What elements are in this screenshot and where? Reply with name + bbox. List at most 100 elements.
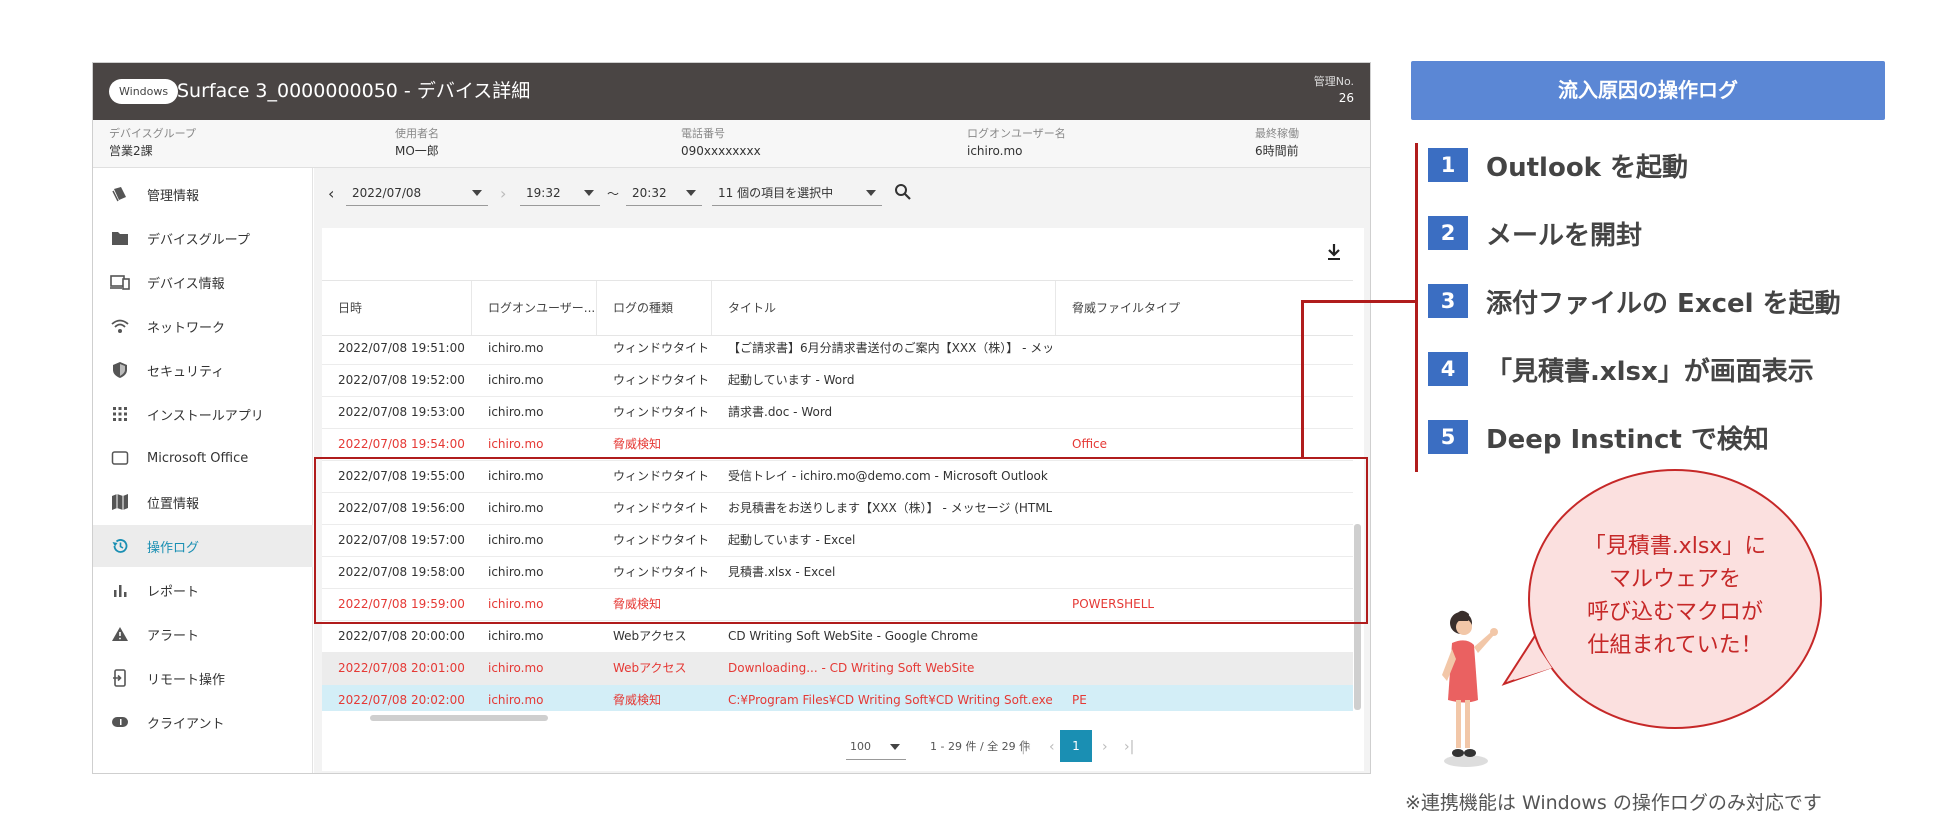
- time-to-value: 20:32: [632, 185, 667, 200]
- step-text: 「見積書.xlsx」が画面表示: [1486, 356, 1814, 387]
- connector-line-vertical: [1301, 301, 1304, 457]
- prev-page-button[interactable]: ‹: [1049, 734, 1055, 760]
- management-number-value: 26: [1338, 91, 1354, 105]
- sidebar-item-management-info[interactable]: 管理情報: [93, 173, 313, 215]
- management-number: 管理No. 26: [1314, 73, 1354, 107]
- sidebar-item-label: アラート: [147, 628, 200, 644]
- cell-datetime: 2022/07/08 19:52:00: [338, 373, 465, 387]
- date-select[interactable]: 2022/07/08: [346, 180, 488, 206]
- sidebar-item-label: 位置情報: [147, 496, 200, 512]
- selection-summary: 11 個の項目を選択中: [718, 186, 834, 200]
- info-value: ichiro.mo: [967, 144, 1023, 158]
- connector-line-horizontal: [1301, 300, 1417, 303]
- column-header-threat-file-type[interactable]: 脅威ファイルタイプ: [1056, 281, 1353, 335]
- cell-title: 【ご請求書】6月分請求書送付のご案内【XXX（株）】 - メッセージ (...: [728, 341, 1052, 355]
- title-bar: Windows Surface 3_0000000050 - デバイス詳細 管理…: [93, 63, 1370, 120]
- page-size-select[interactable]: 100: [846, 734, 906, 760]
- step-text: 添付ファイルの Excel を起動: [1486, 288, 1841, 319]
- first-page-button[interactable]: |‹: [1021, 734, 1031, 760]
- sidebar-item-label: リモート操作: [147, 672, 226, 688]
- cell-log-type: ウィンドウタイトル: [613, 373, 708, 387]
- sidebar-item-alert[interactable]: アラート: [93, 613, 313, 655]
- column-header-logon-user[interactable]: ログオンユーザー...: [472, 281, 597, 335]
- next-day-button[interactable]: ›: [500, 180, 506, 206]
- column-header-log-type[interactable]: ログの種類: [597, 281, 712, 335]
- speech-bubble-text: 「見積書.xlsx」に マルウェアを 呼び込むマクロが 仕組まれていた！: [1528, 530, 1822, 662]
- table-row[interactable]: 2022/07/08 20:01:00 ichiro.mo Webアクセス Downl…: [322, 653, 1353, 685]
- cell-title: [728, 429, 1052, 460]
- bubble-line: マルウェアを: [1608, 567, 1741, 592]
- cell-datetime: 2022/07/08 20:02:00: [338, 693, 465, 707]
- woman-illustration: [1442, 610, 1498, 767]
- table-header: 日時 ログオンユーザー... ログの種類 タイトル 脅威ファイルタイプ: [322, 280, 1353, 336]
- table-row[interactable]: 2022/07/08 19:53:00 ichiro.mo ウィンドウタイトル 請求書…: [322, 397, 1353, 429]
- download-button[interactable]: [1326, 243, 1342, 265]
- sidebar-item-security[interactable]: セキュリティ: [93, 349, 313, 391]
- time-to-select[interactable]: 20:32: [626, 180, 702, 206]
- info-user-name: 使用者名 MO一郎: [395, 126, 439, 160]
- step-text: Deep Instinct で検知: [1486, 424, 1769, 455]
- cell-log-type: Webアクセス: [613, 661, 687, 675]
- sidebar-item-network[interactable]: ネットワーク: [93, 305, 313, 347]
- step-2: 2 メールを開封: [1428, 213, 1642, 253]
- info-value: MO一郎: [395, 144, 439, 158]
- table-row[interactable]: 2022/07/08 20:02:00 ichiro.mo 脅威検知 C:¥Progr…: [322, 685, 1353, 711]
- cell-log-type: ウィンドウタイトル: [613, 405, 708, 419]
- table-row[interactable]: 2022/07/08 19:52:00 ichiro.mo ウィンドウタイトル 起動し…: [322, 365, 1353, 397]
- last-page-button[interactable]: ›|: [1124, 734, 1134, 760]
- sidebar-item-device-info[interactable]: デバイス情報: [93, 261, 313, 303]
- search-button[interactable]: [894, 180, 912, 206]
- sidebar-item-client[interactable]: クライアント: [93, 701, 313, 743]
- sidebar-item-remote-operation[interactable]: リモート操作: [93, 657, 313, 699]
- chevron-down-icon: [686, 189, 696, 196]
- cell-title: C:¥Program Files¥CD Writing Soft¥CD Writ…: [728, 693, 1052, 707]
- page-size-value: 100: [850, 740, 871, 753]
- step-5: 5 Deep Instinct で検知: [1428, 417, 1769, 457]
- current-page-button[interactable]: 1: [1060, 730, 1092, 762]
- table-row[interactable]: 2022/07/08 19:51:00 ichiro.mo ウィンドウタイトル 【ご請…: [322, 336, 1353, 365]
- info-device-group: デバイスグループ 営業2課: [109, 126, 196, 160]
- remote-phone-icon: [109, 667, 131, 689]
- sidebar-item-label: ネットワーク: [147, 320, 226, 336]
- info-phone: 電話番号 090xxxxxxxx: [681, 126, 761, 160]
- cell-logon-user: ichiro.mo: [488, 437, 544, 451]
- sidebar-item-label: Microsoft Office: [147, 450, 249, 466]
- sidebar-item-operation-log[interactable]: 操作ログ: [93, 525, 313, 567]
- column-header-title[interactable]: タイトル: [712, 281, 1056, 335]
- time-from-select[interactable]: 19:32: [520, 180, 600, 206]
- sidebar-item-location[interactable]: 位置情報: [93, 481, 313, 523]
- wifi-icon: [109, 315, 131, 337]
- prev-day-button[interactable]: ‹: [328, 180, 334, 206]
- log-type-multiselect[interactable]: 11 個の項目を選択中: [712, 180, 882, 206]
- next-page-button[interactable]: ›: [1102, 734, 1108, 760]
- info-value: 営業2課: [109, 144, 153, 158]
- cell-datetime: 2022/07/08 19:53:00: [338, 405, 465, 419]
- cell-title: CD Writing Soft WebSite - Google Chrome: [728, 629, 978, 643]
- inflow-rows-highlight: [314, 457, 1368, 624]
- cell-threat-file-type: PE: [1072, 693, 1087, 707]
- log-filter-toolbar: ‹ 2022/07/08 › 19:32 ～ 20:32 11 個の項目を選択中: [314, 168, 1370, 220]
- inflow-log-header: 流入原因の操作ログ: [1411, 61, 1885, 120]
- cell-datetime: 2022/07/08 20:01:00: [338, 661, 465, 675]
- sidebar-item-label: セキュリティ: [147, 364, 225, 380]
- info-label: デバイスグループ: [109, 127, 197, 140]
- sidebar-item-label: デバイス情報: [147, 276, 225, 292]
- table-row[interactable]: 2022/07/08 20:00:00 ichiro.mo Webアクセス CD Wr…: [322, 621, 1353, 653]
- sidebar-item-device-group[interactable]: デバイスグループ: [93, 217, 313, 259]
- step-number: 2: [1428, 216, 1468, 250]
- info-label: 最終稼働: [1255, 127, 1299, 140]
- search-icon: [894, 183, 912, 204]
- steps-bracket-line: [1415, 143, 1418, 472]
- cell-title: Downloading... - CD Writing Soft WebSite: [728, 661, 975, 675]
- sidebar-item-report[interactable]: レポート: [93, 569, 313, 611]
- bubble-line: 「見積書.xlsx」に: [1583, 534, 1767, 559]
- step-text: メールを開封: [1486, 220, 1643, 251]
- sidebar-item-installed-apps[interactable]: インストールアプリ: [93, 393, 313, 435]
- pagination: 100 1 - 29 件 / 全 29 件 |‹ ‹ 1 › ›|: [322, 723, 1353, 771]
- step-3: 3 添付ファイルの Excel を起動: [1428, 281, 1841, 321]
- sidebar-item-label: 管理情報: [147, 188, 200, 204]
- sidebar-item-microsoft-office[interactable]: Microsoft Office: [93, 437, 313, 479]
- horizontal-scrollbar[interactable]: [370, 715, 548, 721]
- column-header-datetime[interactable]: 日時: [322, 281, 472, 335]
- chevron-down-icon: [472, 189, 482, 196]
